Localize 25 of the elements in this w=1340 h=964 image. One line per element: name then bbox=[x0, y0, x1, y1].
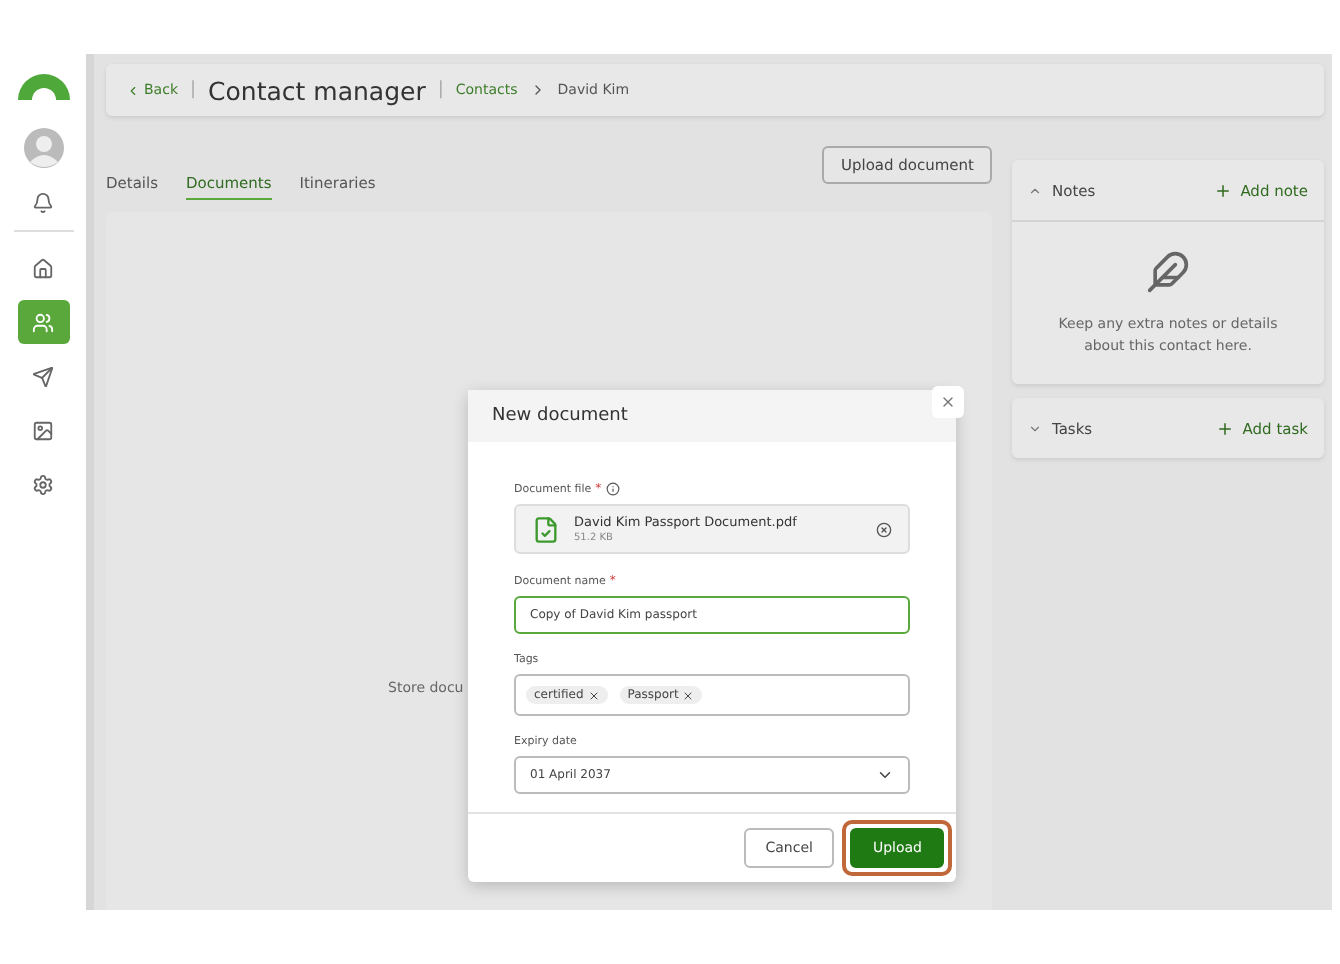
bell-icon[interactable] bbox=[32, 192, 54, 214]
page-title: Contact manager bbox=[208, 75, 426, 105]
dialog-title: New document bbox=[492, 406, 628, 426]
plus-icon bbox=[1214, 181, 1233, 199]
separator: | bbox=[190, 80, 197, 100]
sidebar-item[interactable] bbox=[17, 300, 69, 344]
remove-icon[interactable] bbox=[587, 689, 600, 701]
separator: | bbox=[437, 80, 444, 100]
chevron-icon bbox=[876, 766, 894, 784]
file-icon bbox=[532, 515, 560, 543]
close-icon bbox=[940, 394, 956, 410]
settings-icon bbox=[32, 473, 54, 495]
chevron-icon bbox=[126, 83, 140, 97]
send-icon bbox=[32, 365, 54, 387]
image-icon bbox=[32, 419, 54, 441]
logo-icon bbox=[13, 68, 73, 100]
plus-icon bbox=[1216, 419, 1235, 437]
remove-icon[interactable] bbox=[682, 689, 695, 701]
home-icon bbox=[32, 257, 54, 279]
chevron-icon[interactable] bbox=[1028, 183, 1042, 197]
remove-icon[interactable] bbox=[876, 521, 892, 537]
people-icon bbox=[32, 311, 54, 333]
feather-icon bbox=[1146, 250, 1190, 294]
info-icon[interactable] bbox=[605, 482, 620, 496]
chevron-icon[interactable] bbox=[1028, 421, 1042, 435]
